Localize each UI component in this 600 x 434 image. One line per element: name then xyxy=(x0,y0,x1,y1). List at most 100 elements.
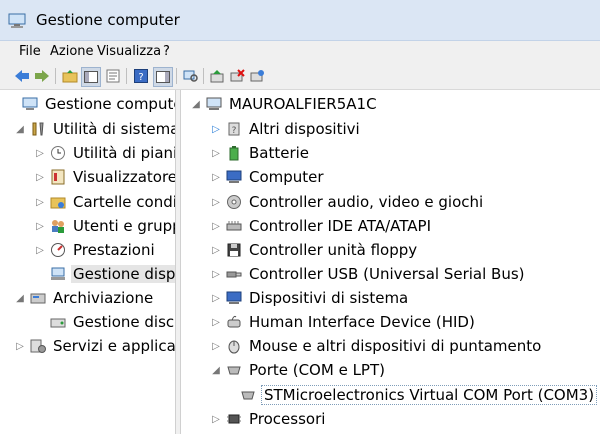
audio-icon xyxy=(225,193,243,211)
tree-label: Utilità di sistema xyxy=(53,120,175,138)
title-bar: Gestione computer xyxy=(0,0,600,41)
collapse-arrow-icon[interactable]: ◢ xyxy=(190,98,202,110)
expand-arrow-icon[interactable]: ▷ xyxy=(34,171,46,183)
help-icon[interactable]: ? xyxy=(132,67,150,85)
tree-label: Gestione disco xyxy=(73,313,175,331)
expand-arrow-icon[interactable]: ▷ xyxy=(34,220,46,232)
tree-label: Cartelle condivis xyxy=(73,193,175,211)
expand-arrow-icon[interactable]: ▷ xyxy=(14,340,26,352)
services-icon xyxy=(29,337,47,355)
device-category-hid[interactable]: ▷ Human Interface Device (HID) xyxy=(210,311,477,333)
menu-help[interactable]: ? xyxy=(163,44,170,59)
device-category-usb[interactable]: ▷ Controller USB (Universal Serial Bus) xyxy=(210,263,527,285)
expand-arrow-icon[interactable]: ▷ xyxy=(210,413,222,425)
collapse-arrow-icon[interactable]: ◢ xyxy=(14,292,26,304)
up-folder-icon[interactable] xyxy=(61,67,79,85)
console-tree-icon[interactable] xyxy=(81,67,101,87)
computer-icon xyxy=(225,168,243,186)
toolbar: ? xyxy=(0,63,600,90)
tree-node-archiviazione[interactable]: ◢ Archiviazione xyxy=(14,287,155,309)
device-category-batterie[interactable]: ▷ Batterie xyxy=(210,142,311,164)
disk-icon xyxy=(49,313,67,331)
expand-arrow-icon[interactable]: ▷ xyxy=(210,196,222,208)
device-manager-icon xyxy=(49,265,67,283)
unknown-device-icon: ? xyxy=(225,120,243,138)
show-hide-panel-icon[interactable] xyxy=(153,67,173,87)
tree-label: Prestazioni xyxy=(73,241,155,259)
tree-node-gestione-dispositivi[interactable]: Gestione dispos xyxy=(34,263,175,285)
expand-arrow-icon[interactable]: ▷ xyxy=(210,171,222,183)
shared-folder-icon xyxy=(49,193,67,211)
svg-text:?: ? xyxy=(232,126,237,136)
tree-node-servizi-applicazioni[interactable]: ▷ Servizi e applicazio xyxy=(14,335,175,357)
tree-label: Utilità di pianific xyxy=(73,144,175,162)
menu-file[interactable]: File xyxy=(19,44,41,59)
device-category-computer[interactable]: ▷ Computer xyxy=(210,166,326,188)
performance-icon xyxy=(49,241,67,259)
tree-node-utilita-sistema[interactable]: ◢ Utilità di sistema xyxy=(14,118,175,140)
tree-node-utilita-pianificazione[interactable]: ▷ Utilità di pianific xyxy=(34,142,175,164)
device-category-mouse[interactable]: ▷ Mouse e altri dispositivi di puntament… xyxy=(210,335,543,357)
menu-visualizza[interactable]: Visualizza xyxy=(97,44,161,59)
disable-device-icon[interactable] xyxy=(248,67,266,85)
tree-label: Altri dispositivi xyxy=(249,120,360,138)
computer-management-icon xyxy=(8,13,26,28)
expand-arrow-icon[interactable]: ▷ xyxy=(34,196,46,208)
tree-label: Gestione computer ( xyxy=(45,95,175,113)
tree-node-computer-root[interactable]: ◢ MAUROALFIER5A1C xyxy=(190,93,379,115)
device-category-audio[interactable]: ▷ Controller audio, video e giochi xyxy=(210,191,485,213)
device-category-processori[interactable]: ▷ Processori xyxy=(210,408,327,430)
properties-icon[interactable] xyxy=(104,67,122,85)
tools-icon xyxy=(29,120,47,138)
tree-label: Dispositivi di sistema xyxy=(249,289,409,307)
tree-label: STMicroelectronics Virtual COM Port (COM… xyxy=(261,385,598,405)
expand-arrow-icon[interactable]: ▷ xyxy=(34,244,46,256)
expand-arrow-icon[interactable]: ▷ xyxy=(210,292,222,304)
clock-icon xyxy=(49,144,67,162)
expand-arrow-icon[interactable]: ▷ xyxy=(34,147,46,159)
computer-icon xyxy=(205,95,223,113)
device-stm-virtual-com-port[interactable]: STMicroelectronics Virtual COM Port (COM… xyxy=(236,384,598,406)
scan-hardware-icon[interactable] xyxy=(182,67,200,85)
pane-splitter[interactable] xyxy=(175,90,181,434)
expand-arrow-icon[interactable]: ▷ xyxy=(210,268,222,280)
collapse-arrow-icon[interactable]: ◢ xyxy=(210,364,222,376)
tree-label: Archiviazione xyxy=(53,289,154,307)
device-category-floppy[interactable]: ▷ Controller unità floppy xyxy=(210,239,419,261)
device-category-porte[interactable]: ◢ Porte (COM e LPT) xyxy=(210,359,387,381)
tree-label: Visualizzatore ev xyxy=(73,168,175,186)
uninstall-icon[interactable] xyxy=(228,67,246,85)
menu-azione[interactable]: Azione xyxy=(50,44,94,59)
back-arrow-icon[interactable] xyxy=(13,67,31,85)
storage-icon xyxy=(29,289,47,307)
expand-arrow-icon[interactable]: ▷ xyxy=(210,340,222,352)
tree-node-cartelle-condivise[interactable]: ▷ Cartelle condivis xyxy=(34,191,175,213)
tree-label: Gestione dispos xyxy=(71,265,175,283)
tree-node-utenti-gruppi[interactable]: ▷ Utenti e gruppi xyxy=(34,215,175,237)
computer-management-icon xyxy=(21,95,39,113)
device-category-sistema[interactable]: ▷ Dispositivi di sistema xyxy=(210,287,410,309)
device-category-altri[interactable]: ▷ ? Altri dispositivi xyxy=(210,118,362,140)
forward-arrow-icon[interactable] xyxy=(33,67,51,85)
update-driver-icon[interactable] xyxy=(208,67,226,85)
hid-icon xyxy=(225,313,243,331)
tree-label: Porte (COM e LPT) xyxy=(249,361,385,379)
tree-label: Computer xyxy=(249,168,324,186)
tree-node-gestione-disco[interactable]: Gestione disco xyxy=(34,311,175,333)
tree-label: Controller USB (Universal Serial Bus) xyxy=(249,265,525,283)
console-tree: Gestione computer ( ◢ Utilità di sistema… xyxy=(0,90,175,434)
tree-node-prestazioni[interactable]: ▷ Prestazioni xyxy=(34,239,157,261)
port-icon xyxy=(225,361,243,379)
expand-arrow-icon[interactable]: ▷ xyxy=(210,244,222,256)
menu-bar: File Azione Visualizza ? xyxy=(0,41,600,63)
expand-arrow-icon[interactable]: ▷ xyxy=(210,316,222,328)
expand-arrow-icon[interactable]: ▷ xyxy=(210,220,222,232)
device-category-ide[interactable]: ▷ Controller IDE ATA/ATAPI xyxy=(210,215,433,237)
floppy-icon xyxy=(225,241,243,259)
expand-arrow-icon[interactable]: ▷ xyxy=(210,123,222,135)
users-icon xyxy=(49,217,67,235)
tree-node-gestione-computer[interactable]: Gestione computer ( xyxy=(6,93,175,115)
expand-arrow-icon[interactable]: ▷ xyxy=(210,147,222,159)
collapse-arrow-icon[interactable]: ◢ xyxy=(14,123,26,135)
tree-node-visualizzatore-eventi[interactable]: ▷ Visualizzatore ev xyxy=(34,166,175,188)
